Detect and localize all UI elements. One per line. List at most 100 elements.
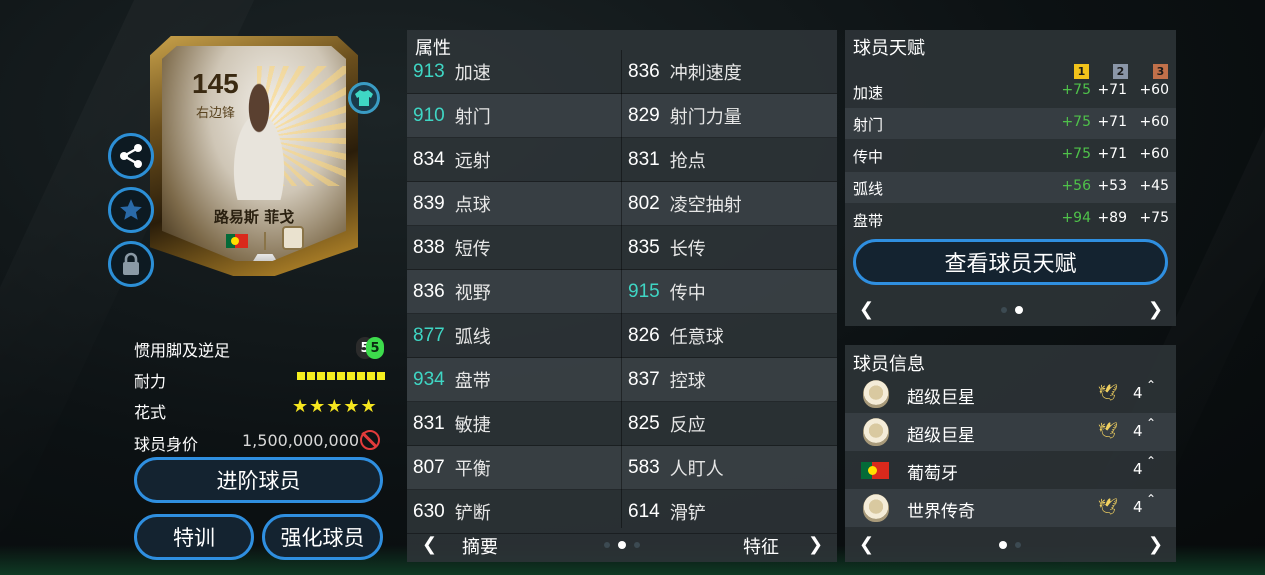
advance-player-button[interactable]: 进阶球员 xyxy=(134,457,383,503)
attribute-cell: 910 射门 xyxy=(413,94,491,138)
player-info-prev-arrow[interactable]: ❮ xyxy=(859,534,874,555)
talent-next-arrow[interactable]: ❯ xyxy=(1148,299,1163,320)
icon-badge-icon xyxy=(863,418,889,446)
player-info-row[interactable]: 世界传奇 🕊 4 ⌃ xyxy=(845,489,1176,527)
player-card[interactable]: 145 右边锋 路易斯 菲戈 xyxy=(150,36,358,276)
attribute-value: 826 xyxy=(628,325,660,346)
talent-row: 加速 +75 +71 +60 xyxy=(845,76,1176,107)
attribute-name: 铲断 xyxy=(454,503,491,524)
attribute-name: 敏捷 xyxy=(454,415,491,436)
attribute-name: 射门力量 xyxy=(669,107,742,128)
attribute-value: 836 xyxy=(628,61,660,82)
talent-tier1-value: +56 xyxy=(1061,178,1091,194)
attribute-cell: 831 抢点 xyxy=(628,138,706,182)
talent-tier2-value: +53 xyxy=(1097,178,1127,194)
attribute-row: 630 铲断 614 滑铲 xyxy=(407,490,837,534)
attribute-name: 人盯人 xyxy=(669,459,724,480)
skill-label: 花式 xyxy=(134,403,167,422)
attribute-cell: 934 盘带 xyxy=(413,358,491,402)
level-up-icon: ⌃ xyxy=(1146,454,1157,468)
talent-tier1-value: +75 xyxy=(1061,146,1091,162)
card-position: 右边锋 xyxy=(196,106,236,121)
view-talent-button[interactable]: 查看球员天赋 xyxy=(853,239,1168,285)
talent-prev-arrow[interactable]: ❮ xyxy=(859,299,874,320)
attribute-cell: 839 点球 xyxy=(413,182,491,226)
attributes-next-arrow[interactable]: ❯ xyxy=(808,534,823,555)
talent-label: 盘带 xyxy=(853,212,884,230)
talent-tier3-value: +60 xyxy=(1139,146,1169,162)
foot-weak-value: 5 xyxy=(366,337,384,359)
skill-stars: ★★★★★ xyxy=(292,396,378,417)
attribute-name: 抢点 xyxy=(669,151,706,172)
player-info-level: 4 xyxy=(1133,422,1143,440)
icon-badge-icon xyxy=(863,380,889,408)
no-trade-icon xyxy=(360,430,380,450)
attribute-value: 834 xyxy=(413,149,445,170)
player-info-next-arrow[interactable]: ❯ xyxy=(1148,534,1163,555)
flag-portugal-icon xyxy=(226,234,248,248)
attribute-value: 934 xyxy=(413,369,445,390)
attribute-cell: 583 人盯人 xyxy=(628,446,724,490)
attribute-cell: 802 凌空抽射 xyxy=(628,182,742,226)
lock-button[interactable] xyxy=(108,241,154,287)
player-info-level: 4 xyxy=(1133,460,1143,478)
attributes-prev-arrow[interactable]: ❮ xyxy=(422,534,437,555)
player-info-text: 世界传奇 xyxy=(907,502,975,522)
talent-tier1-value: +75 xyxy=(1061,82,1091,98)
summary-tab[interactable]: 摘要 xyxy=(462,533,498,559)
talent-label: 射门 xyxy=(853,116,884,134)
player-info-title: 球员信息 xyxy=(853,354,925,375)
flag-portugal-icon xyxy=(861,462,889,479)
foot-label: 惯用脚及逆足 xyxy=(134,341,231,360)
level-up-icon: ⌃ xyxy=(1146,378,1157,392)
attribute-name: 盘带 xyxy=(454,371,491,392)
value-label: 球员身价 xyxy=(134,435,199,454)
attribute-value: 614 xyxy=(628,501,660,522)
attribute-name: 短传 xyxy=(454,239,491,260)
attribute-value: 835 xyxy=(628,237,660,258)
attribute-name: 滑铲 xyxy=(669,503,706,524)
jersey-button[interactable] xyxy=(348,82,380,114)
talent-label: 弧线 xyxy=(853,180,884,198)
attribute-row: 839 点球 802 凌空抽射 xyxy=(407,182,837,226)
level-up-icon: ⌃ xyxy=(1146,492,1157,506)
attribute-value: 839 xyxy=(413,193,445,214)
attribute-cell: 913 加速 xyxy=(413,50,491,94)
attribute-cell: 837 控球 xyxy=(628,358,706,402)
attribute-cell: 831 敏捷 xyxy=(413,402,491,446)
player-info-row[interactable]: 超级巨星 🕊 4 ⌃ xyxy=(845,413,1176,451)
player-info-text: 超级巨星 xyxy=(907,426,975,446)
talent-tier3-value: +60 xyxy=(1139,82,1169,98)
favorite-button[interactable] xyxy=(108,187,154,233)
talent-tier1-value: +94 xyxy=(1061,210,1091,226)
share-button[interactable] xyxy=(108,133,154,179)
attribute-value: 913 xyxy=(413,61,445,82)
player-info-row[interactable]: 葡萄牙 4 ⌃ xyxy=(845,451,1176,489)
attribute-name: 控球 xyxy=(669,371,706,392)
player-info-level: 4 xyxy=(1133,498,1143,516)
player-value: 1,500,000,000 xyxy=(242,431,360,450)
attribute-name: 凌空抽射 xyxy=(669,195,742,216)
enhance-player-button[interactable]: 强化球员 xyxy=(262,514,383,560)
player-info-level: 4 xyxy=(1133,384,1143,402)
training-button[interactable]: 特训 xyxy=(134,514,254,560)
attribute-cell: 825 反应 xyxy=(628,402,706,446)
card-divider xyxy=(264,232,266,250)
talent-row: 射门 +75 +71 +60 xyxy=(845,108,1176,139)
attribute-value: 838 xyxy=(413,237,445,258)
talent-title: 球员天赋 xyxy=(853,38,925,59)
traits-tab[interactable]: 特征 xyxy=(743,533,779,559)
talent-tier2-value: +71 xyxy=(1097,114,1127,130)
attribute-cell: 614 滑铲 xyxy=(628,490,706,534)
attribute-cell: 836 视野 xyxy=(413,270,491,314)
player-info-row[interactable]: 超级巨星 🕊 4 ⌃ xyxy=(845,375,1176,413)
attribute-row: 831 敏捷 825 反应 xyxy=(407,402,837,446)
attribute-name: 视野 xyxy=(454,283,491,304)
card-face: 145 右边锋 路易斯 菲戈 xyxy=(162,46,346,261)
attribute-column-divider xyxy=(621,50,622,528)
foot-rating-badge: 5 5 xyxy=(356,337,384,361)
attribute-value: 836 xyxy=(413,281,445,302)
attribute-row: 834 远射 831 抢点 xyxy=(407,138,837,182)
card-gem-icon xyxy=(250,254,280,261)
attribute-row: 877 弧线 826 任意球 xyxy=(407,314,837,358)
